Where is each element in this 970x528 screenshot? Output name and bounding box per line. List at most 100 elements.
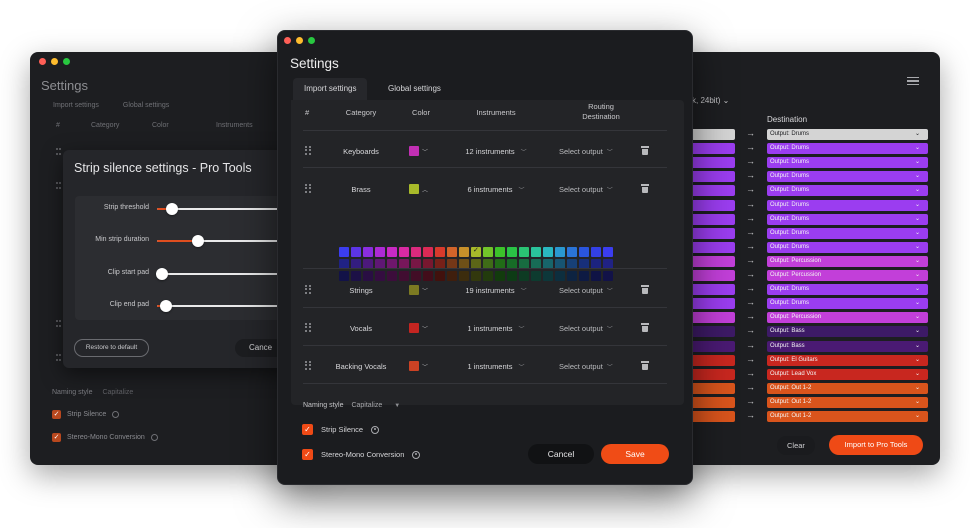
destination-select[interactable]: Output: Drums ⌄ [767, 199, 928, 211]
gear-icon[interactable] [112, 411, 120, 418]
drag-handle-icon[interactable] [305, 285, 312, 294]
color-option[interactable] [579, 247, 589, 257]
chevron-down-icon[interactable]: ﹀ [422, 286, 428, 295]
drag-handle-icon[interactable] [56, 320, 61, 327]
color-option[interactable] [591, 271, 601, 281]
color-option[interactable] [495, 247, 505, 257]
destination-select[interactable]: Output: Percussion ⌄ [767, 255, 928, 267]
color-swatch[interactable] [409, 323, 419, 333]
destination-select[interactable]: Output: Bass ⌄ [767, 340, 928, 352]
color-option-selected[interactable] [471, 246, 481, 257]
stereo-mono-option[interactable]: ✓ Stereo-Mono Conversion [52, 433, 158, 442]
color-option[interactable] [447, 247, 457, 257]
destination-select[interactable]: Output: Out 1-2 ⌄ [767, 382, 928, 394]
color-option[interactable] [363, 247, 373, 257]
destination-select[interactable]: Output: Out 1-2 ⌄ [767, 411, 928, 422]
color-option[interactable] [507, 247, 517, 257]
color-option[interactable] [339, 271, 349, 281]
chevron-down-icon[interactable]: ⌄ [915, 326, 920, 337]
chevron-down-icon[interactable]: ⌄ [915, 129, 920, 140]
destination-select[interactable]: Output: Drums ⌄ [767, 213, 928, 225]
color-option[interactable] [483, 271, 493, 281]
chevron-down-icon[interactable]: ⌄ [915, 341, 920, 352]
naming-style-select[interactable]: Capitalize [102, 389, 133, 396]
chevron-down-icon[interactable]: ﹀ [422, 147, 428, 156]
strip-silence-option[interactable]: ✓ Strip Silence [302, 424, 380, 435]
color-option[interactable] [555, 247, 565, 257]
color-option[interactable] [567, 271, 577, 281]
color-option[interactable] [351, 271, 361, 281]
tab-import-settings[interactable]: Import settings [53, 102, 99, 109]
color-option[interactable] [339, 247, 349, 257]
color-option[interactable] [519, 271, 529, 281]
color-option[interactable] [555, 271, 565, 281]
color-option[interactable] [423, 271, 433, 281]
destination-select[interactable]: Output: Drums ⌄ [767, 157, 928, 169]
trash-icon[interactable] [641, 146, 649, 155]
maximize-window-icon[interactable] [63, 58, 70, 65]
trash-icon[interactable] [641, 323, 649, 332]
color-option[interactable] [411, 247, 421, 257]
slider-knob[interactable] [160, 300, 172, 312]
instruments-select[interactable]: 12 instruments ﹀ [456, 147, 536, 156]
color-option[interactable] [531, 247, 541, 257]
chevron-down-icon[interactable]: ⌄ [915, 284, 920, 295]
color-option[interactable] [375, 271, 385, 281]
chevron-down-icon[interactable]: ⌄ [915, 228, 920, 239]
color-option[interactable] [459, 247, 469, 257]
drag-handle-icon[interactable] [305, 184, 312, 193]
destination-select[interactable]: Output: Drums ⌄ [767, 298, 928, 310]
chevron-down-icon[interactable]: ﹀ [519, 188, 525, 194]
chevron-down-icon[interactable]: ﹀ [607, 365, 613, 371]
color-option[interactable] [423, 247, 433, 257]
destination-select[interactable]: Output: Drums ⌄ [767, 171, 928, 183]
chevron-down-icon[interactable]: ﹀ [521, 150, 527, 156]
menu-icon[interactable] [907, 77, 919, 85]
close-window-icon[interactable] [39, 58, 46, 65]
chevron-down-icon[interactable]: ▼ [394, 403, 400, 409]
chevron-up-icon[interactable]: ︿ [422, 185, 428, 194]
restore-default-button[interactable]: Restore to default [74, 339, 149, 357]
color-option[interactable] [459, 271, 469, 281]
chevron-down-icon[interactable]: ⌄ [915, 242, 920, 253]
destination-select[interactable]: Output: Drums ⌄ [767, 284, 928, 296]
maximize-window-icon[interactable] [308, 37, 315, 44]
color-option[interactable] [399, 271, 409, 281]
color-option[interactable] [387, 247, 397, 257]
color-option[interactable] [399, 247, 409, 257]
destination-select[interactable]: Output: Drums ⌄ [767, 143, 928, 155]
trash-icon[interactable] [641, 361, 649, 370]
chevron-down-icon[interactable]: ﹀ [519, 365, 525, 371]
chevron-down-icon[interactable]: ⌄ [915, 200, 920, 211]
tab-global-settings[interactable]: Global settings [377, 78, 452, 100]
destination-select[interactable]: Output: Bass ⌄ [767, 326, 928, 338]
routing-select[interactable]: Select output ﹀ [559, 286, 635, 295]
drag-handle-icon[interactable] [305, 361, 312, 370]
color-option[interactable] [567, 247, 577, 257]
minimize-window-icon[interactable] [296, 37, 303, 44]
color-option[interactable] [435, 247, 445, 257]
drag-handle-icon[interactable] [56, 354, 61, 361]
trash-icon[interactable] [641, 184, 649, 193]
color-swatch[interactable] [409, 184, 419, 194]
instruments-select[interactable]: 1 instruments ﹀ [456, 324, 536, 333]
chevron-down-icon[interactable]: ⌄ [915, 355, 920, 366]
color-option[interactable] [519, 247, 529, 257]
color-option[interactable] [351, 247, 361, 257]
color-option[interactable] [363, 271, 373, 281]
destination-select[interactable]: Output: Drums ⌄ [767, 241, 928, 253]
chevron-down-icon[interactable]: ﹀ [607, 289, 613, 295]
stereo-mono-option[interactable]: ✓ Stereo-Mono Conversion [302, 449, 421, 460]
chevron-down-icon[interactable]: ⌄ [915, 383, 920, 394]
gear-icon[interactable] [371, 425, 380, 434]
chevron-down-icon[interactable]: ﹀ [607, 188, 613, 194]
color-option[interactable] [591, 247, 601, 257]
format-select[interactable]: k, 24bit) ⌄ [692, 96, 729, 105]
chevron-down-icon[interactable]: ﹀ [521, 289, 527, 295]
destination-select[interactable]: Output: Drums ⌄ [767, 129, 928, 140]
gear-icon[interactable] [412, 450, 421, 459]
slider-knob[interactable] [166, 203, 178, 215]
routing-select[interactable]: Select output ﹀ [559, 324, 635, 333]
drag-handle-icon[interactable] [305, 323, 312, 332]
checkbox-checked-icon[interactable]: ✓ [302, 424, 313, 435]
